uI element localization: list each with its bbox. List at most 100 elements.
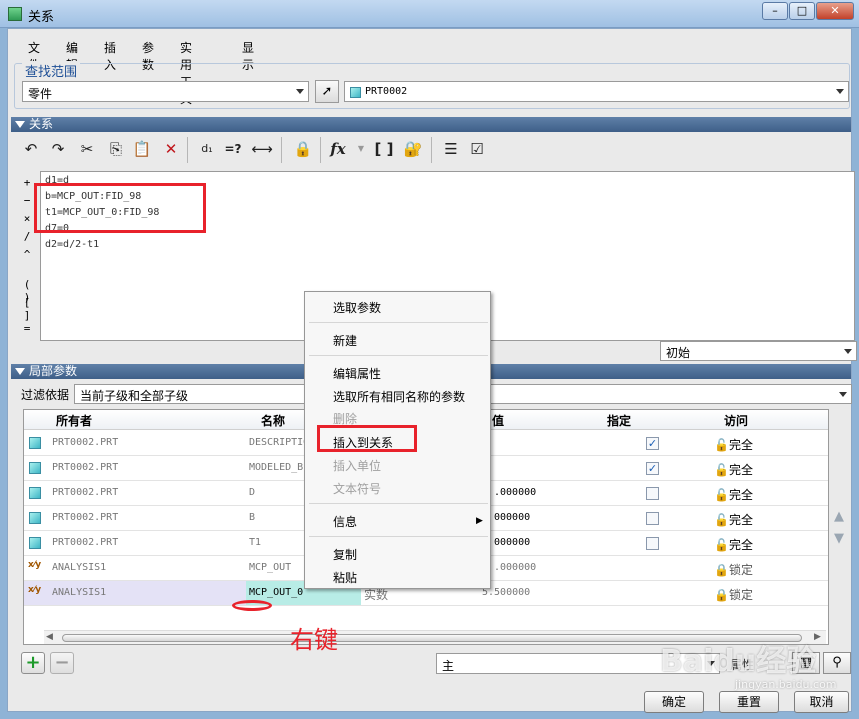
lookup-label: 查找范围 [22,61,81,80]
reset-button[interactable]: 重置 [719,691,779,713]
verify-icon[interactable]: ☑ [465,137,489,161]
row-name: DESCRIPTIO [249,437,310,448]
main-value: 主 [442,659,455,673]
close-button[interactable]: ✕ [816,2,854,20]
menu-separator [309,322,488,323]
designate-checkbox[interactable]: ✓ [646,437,659,450]
app-icon [8,7,22,21]
chevron-down-icon [836,89,844,94]
row-value: .000000 [494,487,537,498]
highlight-ellipse [232,600,272,611]
cursor-arrow-icon: ➚ [321,84,333,99]
access-label: 完全 [728,488,753,502]
add-parameter-button[interactable]: + [21,652,45,674]
analysis-icon: x⁄y [28,585,42,595]
menu-new[interactable]: 新建 [333,332,357,349]
chevron-down-icon [839,392,847,397]
relation-line: d2=d/2-t1 [45,239,100,250]
model-select[interactable]: PRT0002 [344,81,849,102]
parameters-icon[interactable]: [ ] [372,137,396,161]
select-pointer-button[interactable]: ➚ [315,80,339,103]
submenu-arrow-icon: ▶ [476,516,483,526]
part-icon [29,512,41,524]
brackets-operator[interactable]: [ ] [20,296,34,322]
binoculars-icon[interactable]: ⚲ [823,652,851,674]
minus-operator[interactable]: − [20,194,34,207]
sort-icon[interactable]: ☰ [439,137,463,161]
sort-select[interactable]: 初始 [660,341,857,361]
lock-icon: 🔒 [714,588,729,602]
plus-icon: + [25,652,41,673]
local-params-header-label: 局部参数 [29,364,78,378]
lock-icon[interactable]: 🔒 [291,137,315,161]
access-label: 锁定 [728,588,753,602]
unlock-icon: 🔓 [714,488,729,502]
evaluate-icon[interactable]: =? [221,137,245,161]
column-name[interactable]: 名称 [261,412,285,429]
unlock-icon: 🔓 [714,438,729,452]
redo-icon[interactable]: ↷ [46,137,70,161]
paste-icon[interactable]: 📋 [130,137,154,161]
scope-select[interactable]: 零件 [22,81,309,102]
move-down-icon[interactable]: ▼ [834,531,844,546]
menu-edit-properties[interactable]: 编辑属性 [333,365,381,382]
column-value[interactable]: 值 [492,412,504,429]
title-bar: 关系 – □ ✕ [0,0,859,28]
minimize-button[interactable]: – [762,2,788,20]
dimension-icon[interactable]: ⟷ [250,137,274,161]
equals-operator[interactable]: = [20,322,34,335]
row-access: 🔓完全 [714,536,753,553]
designate-checkbox[interactable] [646,487,659,500]
maximize-button[interactable]: □ [789,2,815,20]
access-label: 完全 [728,513,753,527]
row-access: 🔒锁定 [714,586,753,603]
column-access[interactable]: 访问 [724,412,748,429]
function-icon[interactable]: fx [326,137,350,161]
menu-copy[interactable]: 复制 [333,546,357,563]
chevron-down-icon[interactable]: ▼ [349,137,373,161]
designate-checkbox[interactable]: ✓ [646,462,659,475]
switch-dimensions-icon[interactable]: d₁ [195,137,219,161]
menu-info[interactable]: 信息 [333,513,357,530]
row-name: D [249,487,256,498]
cut-icon[interactable]: ✂ [75,137,99,161]
unlock-icon: 🔓 [714,538,729,552]
analysis-icon: x⁄y [28,560,42,570]
column-designate[interactable]: 指定 [607,412,631,429]
undo-icon[interactable]: ↶ [19,137,43,161]
relations-header[interactable]: 关系 [11,117,851,132]
ok-button[interactable]: 确定 [644,691,704,713]
delete-icon[interactable]: ✕ [159,137,183,161]
plus-operator[interactable]: + [20,176,34,189]
access-label: 锁定 [728,563,753,577]
power-operator[interactable]: ^ [20,248,34,261]
row-access: 🔒锁定 [714,561,753,578]
copy-icon[interactable]: ⎘ [104,137,128,161]
column-owner[interactable]: 所有者 [56,412,92,429]
toolbar-separator [187,137,188,163]
cancel-button[interactable]: 取消 [794,691,849,713]
divide-operator[interactable]: / [20,230,34,243]
scroll-left-icon[interactable]: ◀ [46,632,53,642]
move-up-icon[interactable]: ▲ [834,509,844,524]
row-value: .000000 [494,562,537,573]
designate-checkbox[interactable] [646,512,659,525]
row-name: MCP_OUT_0 [249,587,304,598]
lock-icon: 🔒 [714,563,729,577]
part-icon [29,487,41,499]
row-owner: ANALYSIS1 [52,562,107,573]
row-access: 🔓完全 [714,461,753,478]
remove-parameter-button[interactable]: − [50,652,74,674]
menu-select-parameter[interactable]: 选取参数 [333,299,381,316]
row-name: T1 [249,537,262,548]
multiply-operator[interactable]: × [20,212,34,225]
row-value: 000000 [494,512,531,523]
menu-select-same-name[interactable]: 选取所有相同名称的参数 [333,388,465,405]
menu-text-symbol: 文本符号 [333,482,382,496]
row-name: B [249,512,256,523]
menu-insert-unit: 插入单位 [333,459,382,473]
highlight-box [34,183,206,233]
unit-lock-icon[interactable]: 🔐 [401,137,425,161]
menu-paste[interactable]: 粘贴 [333,569,357,586]
designate-checkbox[interactable] [646,537,659,550]
